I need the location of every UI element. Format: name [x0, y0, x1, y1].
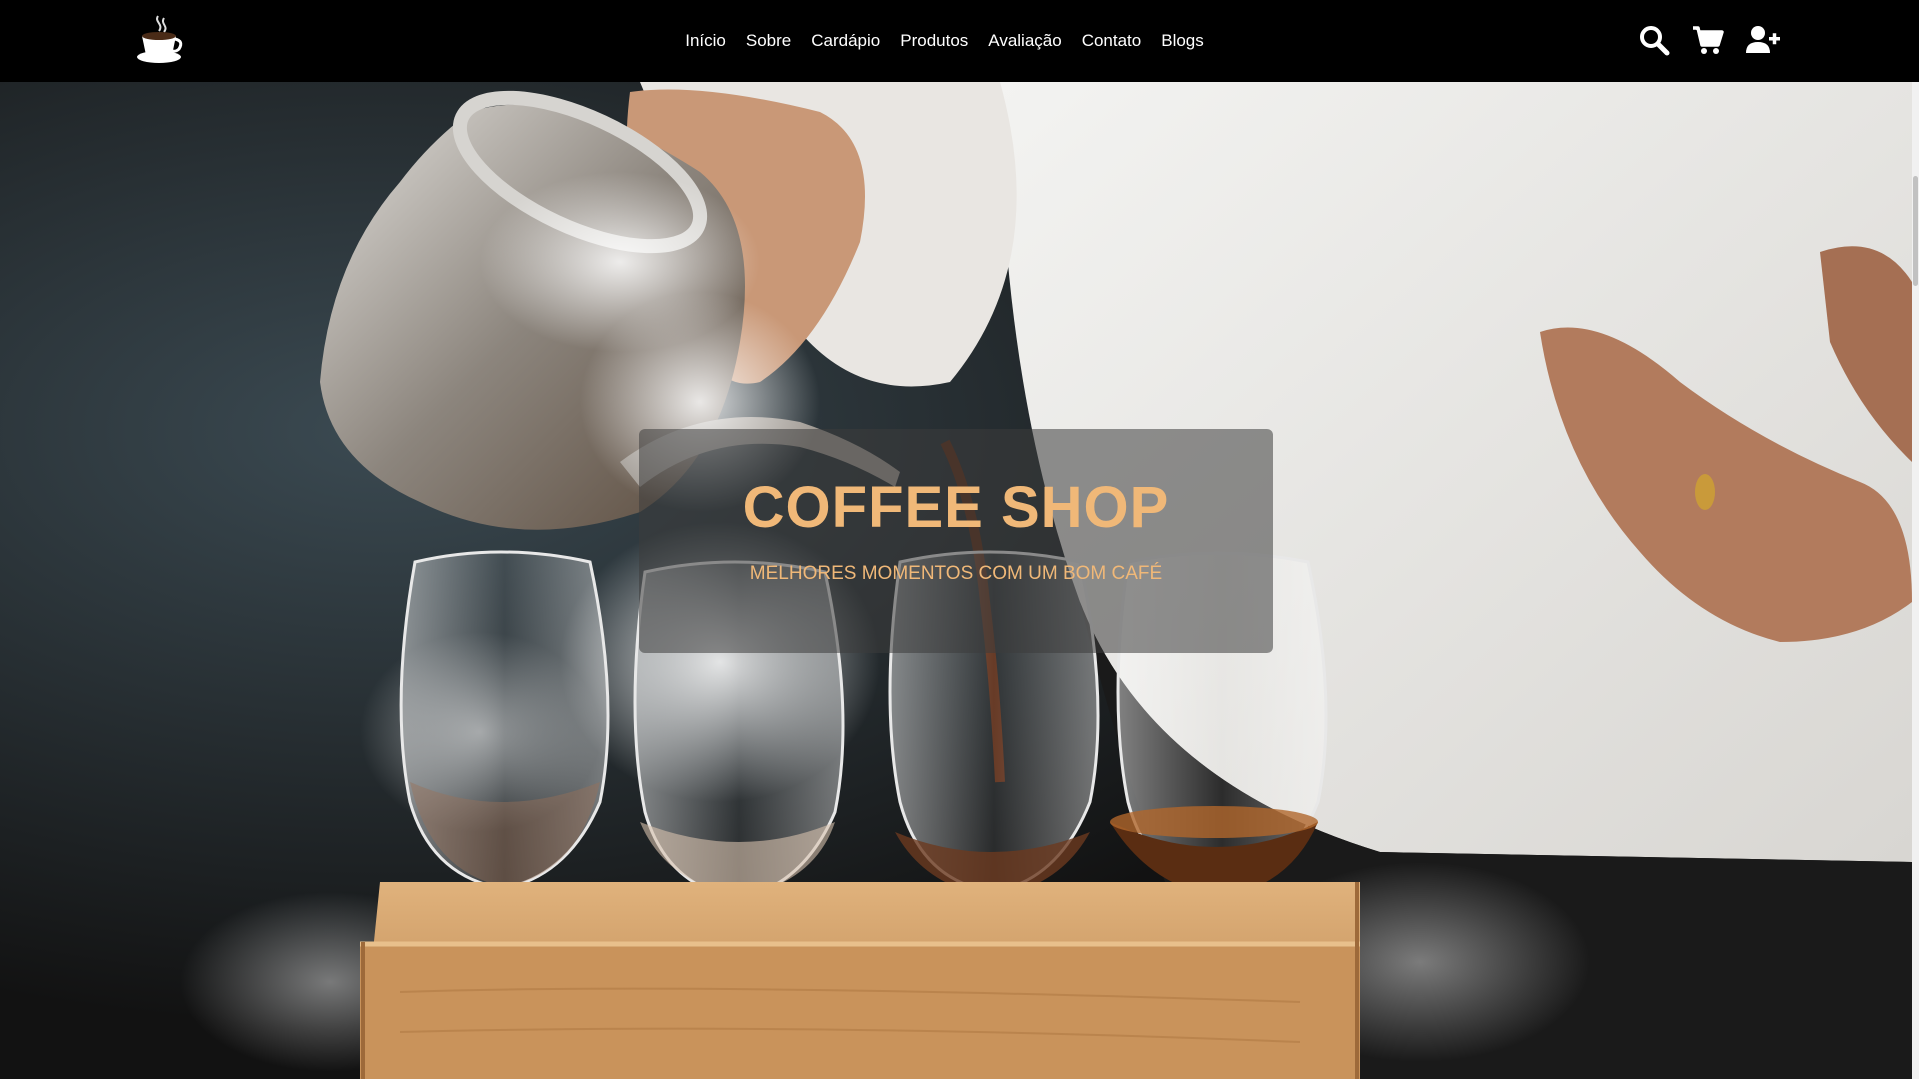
- cart-icon[interactable]: [1692, 24, 1724, 56]
- hero-section: COFFEE SHOP MELHORES MOMENTOS COM UM BOM…: [0, 82, 1912, 1079]
- nav-link-avaliacao[interactable]: Avaliação: [988, 31, 1061, 51]
- nav-icons: [1638, 24, 1780, 56]
- search-icon[interactable]: [1638, 24, 1670, 56]
- nav-link-cardapio[interactable]: Cardápio: [811, 31, 880, 51]
- page-scrollbar[interactable]: [1912, 82, 1919, 1079]
- user-plus-icon[interactable]: [1746, 24, 1780, 56]
- hero-subtitle: MELHORES MOMENTOS COM UM BOM CAFÉ: [749, 563, 1163, 584]
- nav-menu: Início Sobre Cardápio Produtos Avaliação…: [0, 0, 1919, 82]
- nav-link-sobre[interactable]: Sobre: [746, 31, 791, 51]
- nav-link-blogs[interactable]: Blogs: [1161, 31, 1204, 51]
- nav-link-contato[interactable]: Contato: [1082, 31, 1142, 51]
- page: Início Sobre Cardápio Produtos Avaliação…: [0, 0, 1919, 1079]
- hero-title: COFFEE SHOP: [742, 475, 1170, 540]
- scrollbar-thumb[interactable]: [1913, 176, 1918, 286]
- nav-link-inicio[interactable]: Início: [685, 31, 726, 51]
- navbar: Início Sobre Cardápio Produtos Avaliação…: [0, 0, 1919, 82]
- hero-overlay-box: COFFEE SHOP MELHORES MOMENTOS COM UM BOM…: [639, 429, 1273, 653]
- nav-link-produtos[interactable]: Produtos: [900, 31, 968, 51]
